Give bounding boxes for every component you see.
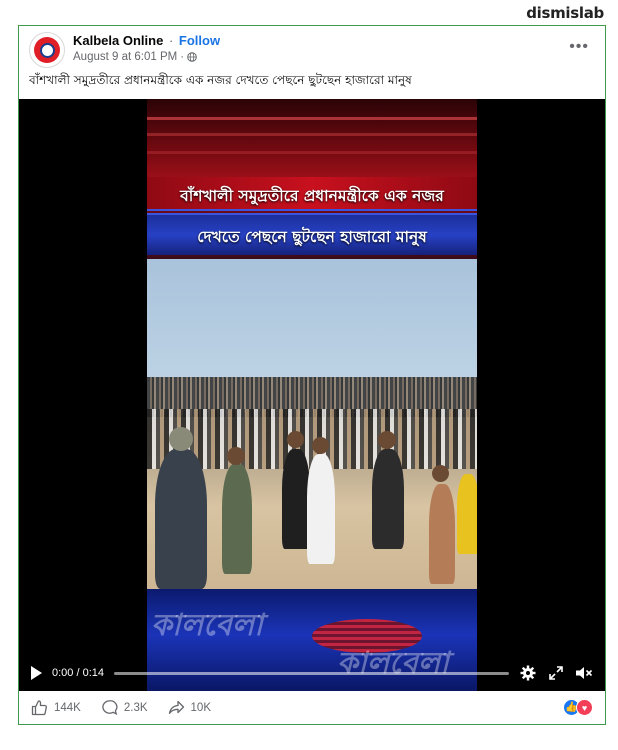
engagement-bar: 144K 2.3K 10K 👍 ♥ bbox=[19, 691, 605, 724]
post-timestamp[interactable]: August 9 at 6:01 PM bbox=[73, 51, 177, 63]
share-count: 10K bbox=[190, 701, 211, 714]
name-separator: · bbox=[168, 33, 174, 48]
post-header: Kalbela Online · Follow August 9 at 6:01… bbox=[29, 32, 595, 72]
muted-speaker-icon[interactable] bbox=[575, 665, 593, 681]
video-controls: 0:00 / 0:14 bbox=[19, 655, 605, 691]
video-time: 0:00 / 0:14 bbox=[52, 667, 104, 679]
brand-overlay-text: কালবেলা bbox=[151, 608, 263, 643]
post-meta: August 9 at 6:01 PM · bbox=[73, 51, 197, 63]
page-avatar[interactable] bbox=[29, 32, 65, 68]
more-options-button[interactable]: ••• bbox=[569, 38, 589, 56]
page-name-line: Kalbela Online · Follow bbox=[73, 33, 220, 48]
comment-stat[interactable]: 2.3K bbox=[101, 699, 148, 716]
dismislab-watermark: dismislab bbox=[526, 4, 604, 22]
post-caption: বাঁশখালী সমুদ্রতীরে প্রধানমন্ত্রীকে এক ন… bbox=[29, 73, 412, 87]
follow-button[interactable]: Follow bbox=[179, 33, 220, 48]
video-headline-line2: দেখতে পেছনে ছুটছেন হাজারো মানুষ bbox=[197, 228, 427, 246]
like-count: 144K bbox=[54, 701, 81, 714]
video-frame: বাঁশখালী সমুদ্রতীরে প্রধানমন্ত্রীকে এক ন… bbox=[147, 99, 477, 691]
page-name[interactable]: Kalbela Online bbox=[73, 33, 163, 48]
comment-bubble-icon bbox=[102, 700, 118, 716]
video-headline-line1: বাঁশখালী সমুদ্রতীরে প্রধানমন্ত্রীকে এক ন… bbox=[180, 187, 444, 205]
play-icon[interactable] bbox=[31, 666, 42, 680]
love-reaction-icon: ♥ bbox=[576, 699, 593, 716]
reaction-summary[interactable]: 👍 ♥ bbox=[563, 699, 593, 716]
share-arrow-icon bbox=[168, 700, 184, 714]
beach-crowd-photo bbox=[147, 259, 477, 589]
like-stat[interactable]: 144K bbox=[31, 699, 81, 716]
meta-separator: · bbox=[180, 51, 185, 63]
comment-count: 2.3K bbox=[123, 701, 148, 714]
video-player[interactable]: বাঁশখালী সমুদ্রতীরে প্রধানমন্ত্রীকে এক ন… bbox=[19, 99, 605, 691]
globe-icon bbox=[187, 52, 197, 62]
share-stat[interactable]: 10K bbox=[168, 699, 211, 716]
headline-banner: বাঁশখালী সমুদ্রতীরে প্রধানমন্ত্রীকে এক ন… bbox=[147, 99, 477, 259]
facebook-post-card: Kalbela Online · Follow August 9 at 6:01… bbox=[18, 25, 606, 725]
fullscreen-expand-icon[interactable] bbox=[547, 665, 565, 681]
progress-bar[interactable] bbox=[114, 671, 509, 675]
thumbs-up-icon bbox=[31, 700, 47, 716]
settings-gear-icon[interactable] bbox=[519, 665, 537, 681]
kalbela-logo bbox=[34, 37, 60, 63]
